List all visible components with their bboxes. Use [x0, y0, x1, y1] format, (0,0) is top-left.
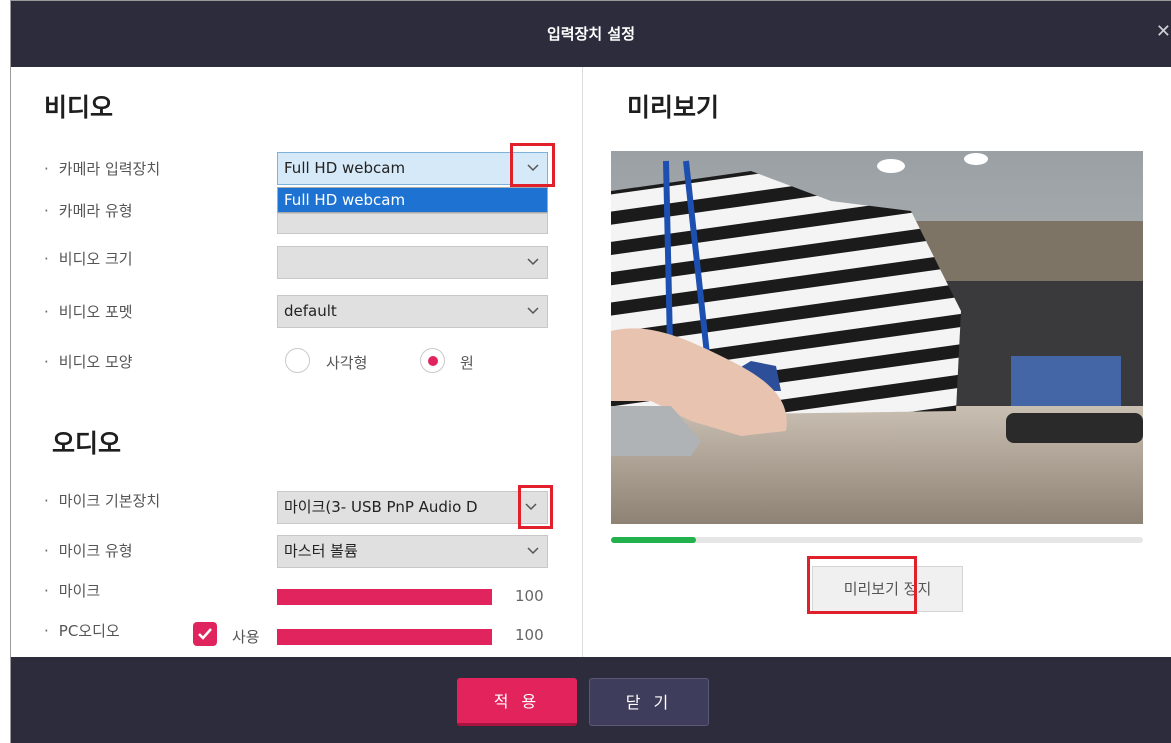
check-icon: [198, 628, 212, 640]
audio-section-title: 오디오: [52, 429, 122, 458]
camera-preview-image: [611, 151, 1143, 524]
mic-device-select[interactable]: 마이크(3- USB PnP Audio D: [277, 491, 548, 524]
dialog-footer: 적 용 닫 기: [11, 657, 1171, 743]
apply-button[interactable]: 적 용: [457, 678, 577, 726]
camera-type-label: · 카메라 유형: [44, 202, 133, 220]
mic-volume-value: 100: [515, 587, 544, 605]
shape-square-radio[interactable]: [285, 348, 310, 373]
pc-audio-checkbox[interactable]: [193, 622, 217, 646]
mic-volume-slider[interactable]: [277, 589, 492, 605]
preview-progress-bar: [611, 537, 1143, 543]
highlight-box: [518, 485, 553, 529]
video-size-label: · 비디오 크기: [44, 250, 133, 268]
highlight-box: [510, 143, 555, 187]
video-format-label: · 비디오 포멧: [44, 303, 133, 321]
pc-audio-label: · PC오디오: [44, 622, 120, 640]
video-size-select[interactable]: [277, 246, 548, 279]
shape-circle-label: 원: [460, 354, 474, 372]
camera-device-dropdown[interactable]: Full HD webcam: [277, 187, 548, 213]
dialog: 입력장치 설정 ✕ 비디오 · 카메라 입력장치 Full HD webcam F…: [0, 0, 1171, 743]
panel-divider: [582, 67, 583, 657]
preview-section-title: 미리보기: [627, 93, 720, 122]
chevron-down-icon[interactable]: [527, 536, 541, 567]
video-shape-label: · 비디오 모양: [44, 353, 133, 371]
video-format-select[interactable]: default: [277, 295, 548, 328]
dialog-title: 입력장치 설정: [546, 25, 636, 43]
mic-type-label: · 마이크 유형: [44, 542, 133, 560]
shape-square-label: 사각형: [326, 354, 368, 372]
camera-device-label: · 카메라 입력장치: [44, 160, 161, 178]
mic-type-select[interactable]: 마스터 볼륨: [277, 535, 548, 568]
pc-audio-use-label: 사용: [232, 628, 260, 646]
pc-audio-volume-value: 100: [515, 626, 544, 644]
camera-device-value: Full HD webcam: [284, 159, 406, 177]
chevron-down-icon[interactable]: [527, 247, 541, 278]
camera-device-select[interactable]: Full HD webcam: [277, 152, 548, 185]
shape-circle-radio[interactable]: [420, 348, 445, 373]
camera-type-select[interactable]: [277, 213, 548, 234]
mic-device-label: · 마이크 기본장치: [44, 492, 161, 510]
dropdown-option[interactable]: Full HD webcam: [278, 188, 547, 212]
title-bar: 입력장치 설정 ✕: [11, 1, 1171, 67]
pc-audio-volume-slider[interactable]: [277, 629, 492, 645]
mic-label: · 마이크: [44, 582, 101, 600]
preview-progress-fill: [611, 537, 697, 543]
highlight-box: [807, 556, 917, 614]
video-section-title: 비디오: [44, 93, 114, 122]
close-icon[interactable]: ✕: [1156, 21, 1171, 42]
close-button[interactable]: 닫 기: [589, 678, 709, 726]
chevron-down-icon[interactable]: [527, 296, 541, 327]
